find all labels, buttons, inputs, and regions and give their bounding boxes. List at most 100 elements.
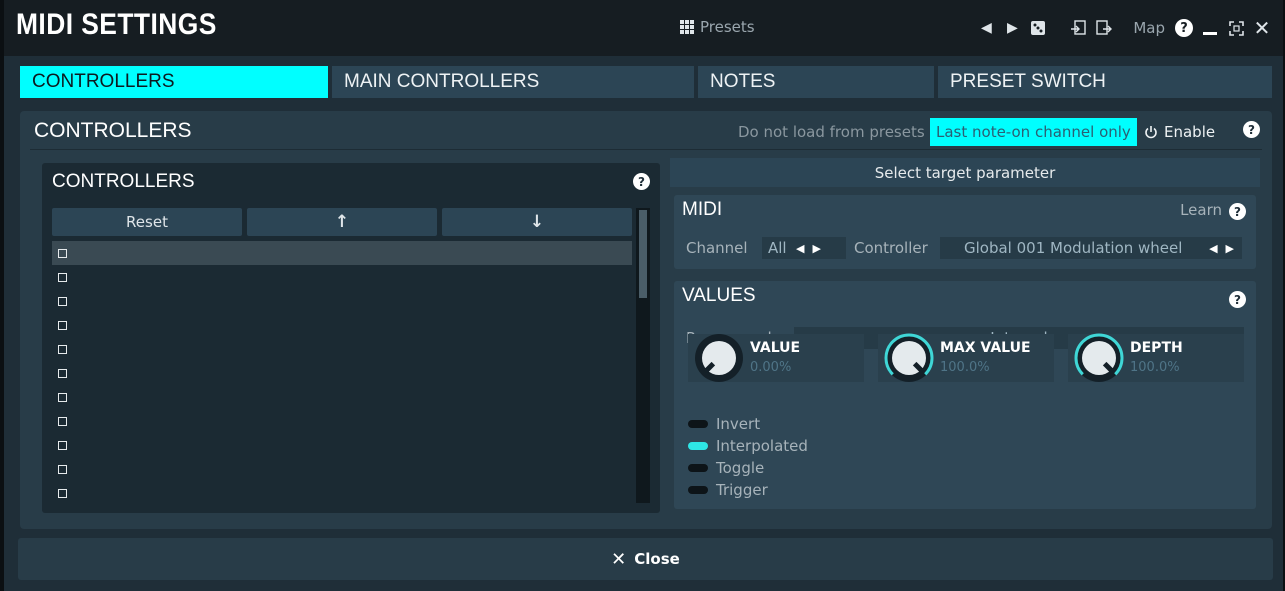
- redo-icon: [1096, 20, 1113, 35]
- map-button[interactable]: Map: [1127, 14, 1171, 42]
- checkbox[interactable]: [58, 392, 67, 402]
- list-item[interactable]: [52, 433, 632, 457]
- value-knob-label: VALUE: [750, 340, 801, 356]
- close-label: Close: [634, 550, 680, 568]
- list-item[interactable]: [52, 361, 632, 385]
- close-window-button[interactable]: ✕: [1249, 14, 1275, 42]
- triangle-left-icon: ◀: [980, 20, 992, 36]
- list-scrollbar[interactable]: [636, 208, 650, 503]
- close-button[interactable]: ✕ Close: [18, 538, 1273, 580]
- checkbox[interactable]: [58, 296, 67, 306]
- checkbox[interactable]: [58, 272, 67, 282]
- checkbox[interactable]: [58, 344, 67, 354]
- checkbox[interactable]: [58, 440, 67, 450]
- channel-label: Channel: [686, 239, 748, 257]
- toggle-switch[interactable]: [688, 464, 708, 472]
- fullscreen-button[interactable]: [1223, 14, 1249, 42]
- channel-selector[interactable]: All ◀▶: [762, 237, 846, 259]
- arrow-down-icon: ↓: [529, 212, 545, 232]
- random-preset-button[interactable]: [1025, 14, 1051, 42]
- list-button-row: Reset ↑ ↓: [52, 208, 632, 236]
- depth-knob[interactable]: [1072, 331, 1126, 385]
- learn-button[interactable]: Learn: [1180, 201, 1222, 219]
- power-icon: [1145, 126, 1157, 139]
- list-item[interactable]: [52, 481, 632, 505]
- controllers-list-box: CONTROLLERS ? Reset ↑ ↓: [42, 163, 660, 513]
- controller-arrows-icon[interactable]: ◀▶: [1209, 242, 1242, 255]
- move-up-button[interactable]: ↑: [247, 208, 437, 236]
- depth-knob-readout: 100.0%: [1130, 360, 1180, 375]
- list-item[interactable]: [52, 313, 632, 337]
- interpolated-label: Interpolated: [716, 437, 808, 455]
- list-item[interactable]: [52, 265, 632, 289]
- checkbox[interactable]: [58, 368, 67, 378]
- toggle-toggle[interactable]: Toggle: [688, 458, 764, 478]
- midi-settings-window: MIDI SETTINGS Presets ◀ ▶ Map ? ✕ CONTRO…: [4, 0, 1283, 591]
- invert-switch[interactable]: [688, 420, 708, 428]
- interpolated-toggle[interactable]: Interpolated: [688, 436, 808, 456]
- move-down-button[interactable]: ↓: [442, 208, 632, 236]
- max-value-knob-card: MAX VALUE 100.0%: [878, 331, 1054, 385]
- checkbox[interactable]: [58, 464, 67, 474]
- controllers-help-icon[interactable]: ?: [633, 173, 650, 190]
- grid-icon: [680, 20, 694, 34]
- presets-button[interactable]: Presets: [680, 18, 755, 36]
- value-knob[interactable]: [692, 331, 746, 385]
- fullscreen-icon: [1228, 20, 1244, 36]
- panel-help-icon[interactable]: ?: [1243, 121, 1260, 138]
- midi-title: MIDI: [682, 199, 723, 220]
- list-item[interactable]: [52, 409, 632, 433]
- list-item[interactable]: [52, 241, 632, 265]
- select-target-parameter-button[interactable]: Select target parameter: [670, 158, 1260, 187]
- last-note-on-channel-only-toggle[interactable]: Last note-on channel only: [930, 118, 1137, 146]
- depth-knob-card: DEPTH 100.0%: [1068, 331, 1244, 385]
- map-label: Map: [1133, 19, 1165, 37]
- previous-preset-button[interactable]: ◀: [973, 14, 999, 42]
- trigger-switch[interactable]: [688, 486, 708, 494]
- max-value-knob[interactable]: [882, 331, 936, 385]
- enable-toggle[interactable]: Enable: [1138, 118, 1221, 146]
- checkbox[interactable]: [58, 248, 67, 258]
- tab-notes[interactable]: NOTES: [698, 66, 934, 98]
- tab-main-controllers[interactable]: MAIN CONTROLLERS: [332, 66, 694, 98]
- tab-controllers[interactable]: CONTROLLERS: [20, 66, 328, 98]
- value-knob-card: VALUE 0.00%: [688, 334, 864, 382]
- midi-help-icon[interactable]: ?: [1229, 203, 1246, 220]
- controllers-list-title: CONTROLLERS: [52, 171, 195, 192]
- list-item[interactable]: [52, 289, 632, 313]
- checkbox[interactable]: [58, 416, 67, 426]
- controllers-panel: CONTROLLERS Do not load from presets Las…: [20, 111, 1272, 529]
- values-help-icon[interactable]: ?: [1229, 291, 1246, 308]
- title-bar: MIDI SETTINGS Presets ◀ ▶ Map ? ✕: [4, 0, 1283, 56]
- list-item[interactable]: [52, 337, 632, 361]
- presets-label: Presets: [700, 18, 755, 36]
- trigger-label: Trigger: [716, 481, 768, 499]
- values-section: VALUES ? Range mode Interval ◀▶ VALUE 0.…: [674, 281, 1256, 509]
- help-button[interactable]: ?: [1171, 14, 1197, 42]
- undo-button[interactable]: [1065, 14, 1091, 42]
- reset-button[interactable]: Reset: [52, 208, 242, 236]
- do-not-load-from-presets-toggle[interactable]: Do not load from presets: [732, 118, 931, 146]
- list-item[interactable]: [52, 385, 632, 409]
- arrow-up-icon: ↑: [334, 212, 350, 232]
- controller-selector[interactable]: Global 001 Modulation wheel ◀▶: [940, 237, 1242, 259]
- checkbox[interactable]: [58, 488, 67, 498]
- interpolated-switch[interactable]: [688, 442, 708, 450]
- next-preset-button[interactable]: ▶: [999, 14, 1025, 42]
- channel-value: All: [768, 239, 787, 257]
- invert-label: Invert: [716, 415, 761, 433]
- controller-value: Global 001 Modulation wheel: [964, 239, 1183, 257]
- channel-arrows-icon[interactable]: ◀▶: [796, 242, 829, 255]
- trigger-toggle[interactable]: Trigger: [688, 480, 768, 500]
- tab-preset-switch[interactable]: PRESET SWITCH: [938, 66, 1272, 98]
- close-icon: ✕: [1253, 16, 1271, 40]
- value-knob-readout: 0.00%: [750, 360, 792, 375]
- invert-toggle[interactable]: Invert: [688, 414, 760, 434]
- redo-button[interactable]: [1091, 14, 1117, 42]
- checkbox[interactable]: [58, 320, 67, 330]
- depth-knob-label: DEPTH: [1130, 340, 1183, 356]
- scrollbar-thumb[interactable]: [639, 210, 647, 298]
- minimize-button[interactable]: [1197, 14, 1223, 42]
- list-item[interactable]: [52, 457, 632, 481]
- controller-label: Controller: [854, 239, 928, 257]
